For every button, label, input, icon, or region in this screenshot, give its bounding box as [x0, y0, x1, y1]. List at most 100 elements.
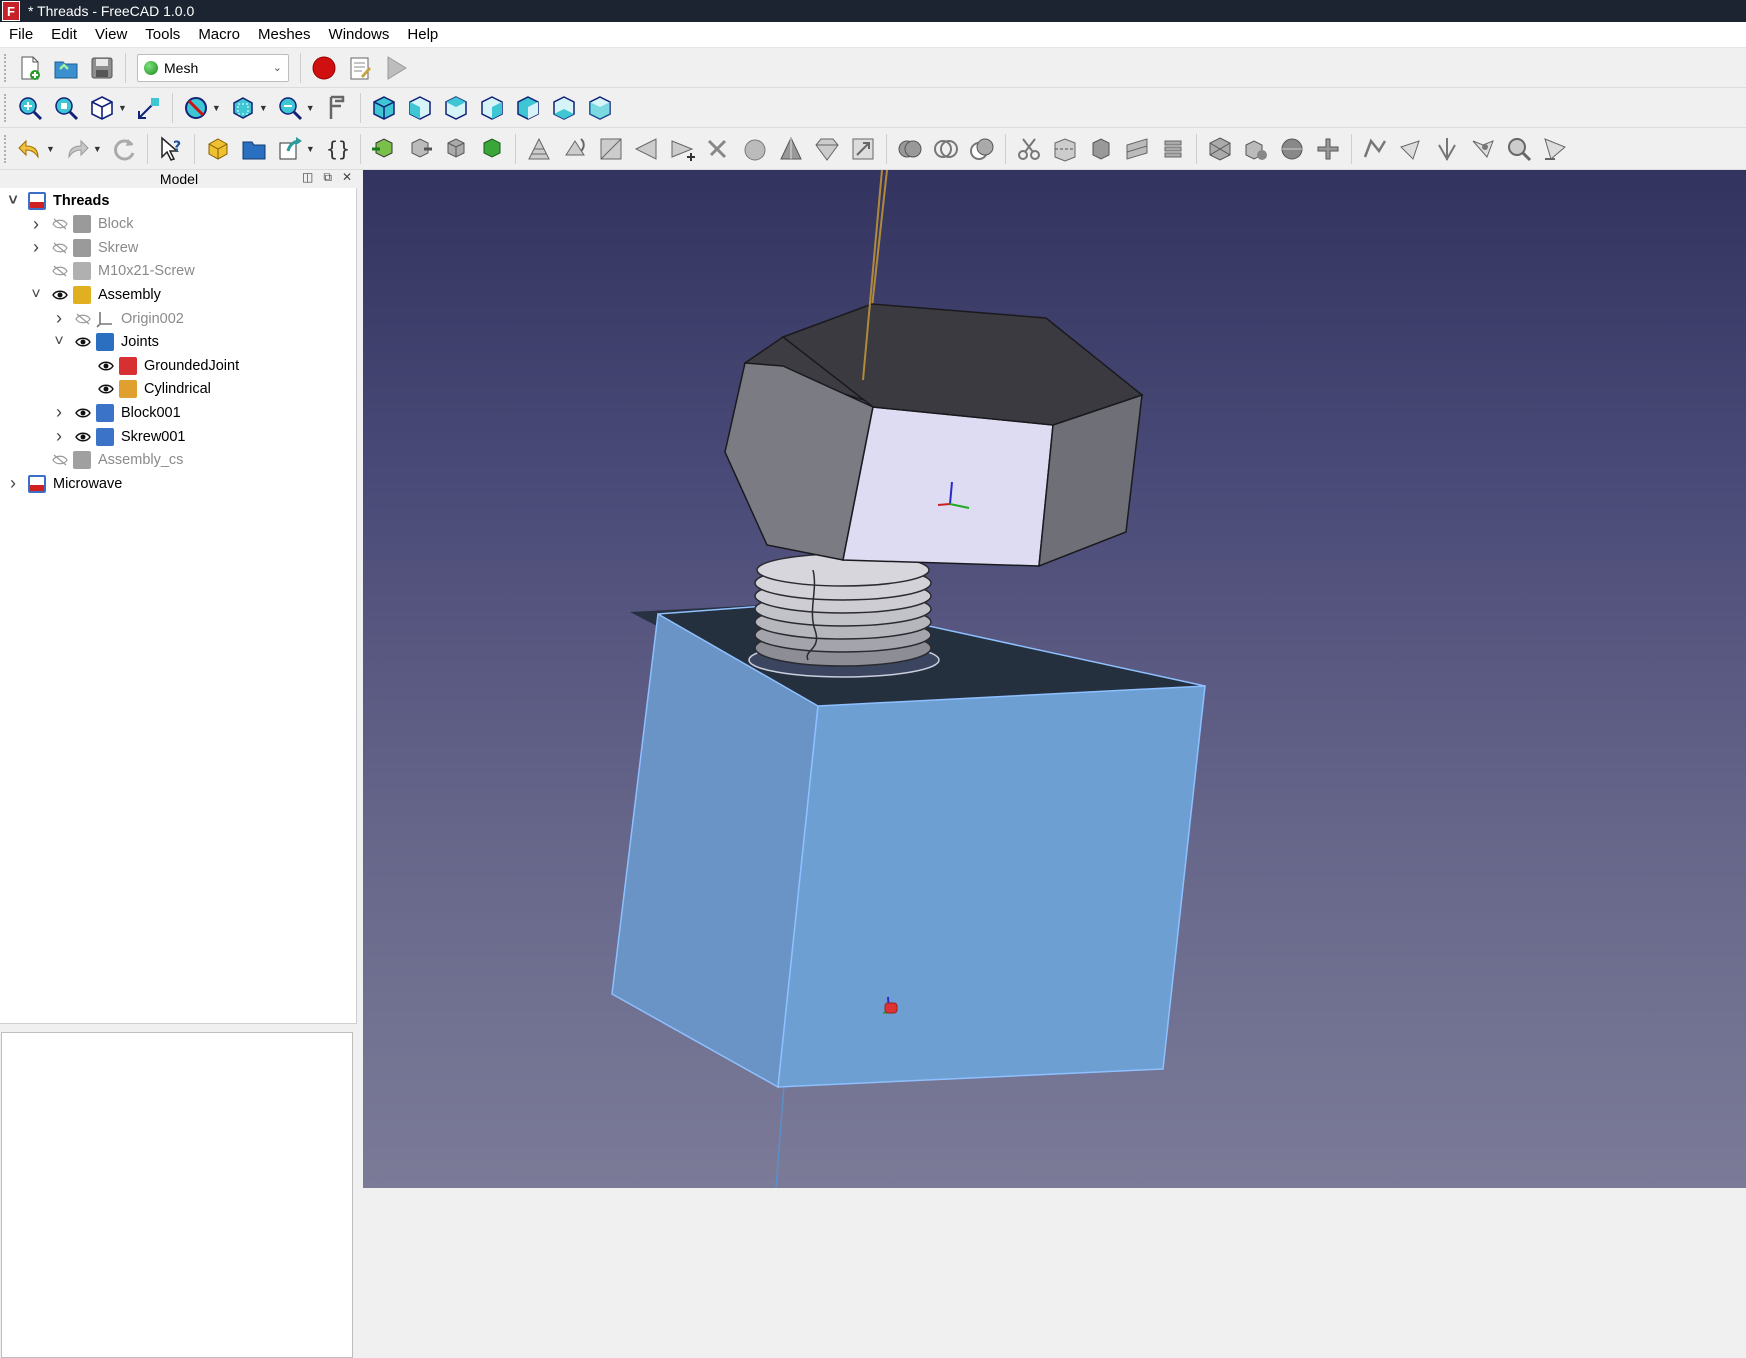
undo-button[interactable] — [15, 134, 45, 164]
mesh-cut-button[interactable] — [1014, 134, 1044, 164]
tree-item[interactable]: ˅ Joints — [52, 331, 159, 354]
chevron-down-icon[interactable]: ▼ — [118, 103, 127, 113]
tree-item[interactable]: › Block — [29, 213, 133, 236]
variable-set-button[interactable]: {} — [322, 134, 352, 164]
measure-tool-button[interactable] — [322, 93, 352, 123]
chevron-right-icon[interactable]: › — [6, 473, 20, 494]
mesh-vertex-curvature-button[interactable] — [1432, 134, 1462, 164]
menu-view[interactable]: View — [86, 22, 136, 48]
mesh-evaluate-facet-button[interactable] — [1396, 134, 1426, 164]
view-rear-button[interactable] — [513, 93, 543, 123]
mesh-analyze-button[interactable] — [524, 134, 554, 164]
toolbar-grip[interactable] — [4, 93, 8, 122]
property-view-panel[interactable] — [1, 1032, 353, 1358]
mesh-trim-button[interactable] — [1050, 134, 1080, 164]
mesh-add-facet-button[interactable] — [668, 134, 698, 164]
mesh-split-button[interactable] — [1241, 134, 1271, 164]
menu-windows[interactable]: Windows — [320, 22, 399, 48]
new-document-button[interactable] — [15, 53, 45, 83]
view-right-button[interactable] — [477, 93, 507, 123]
chevron-down-icon[interactable]: ▼ — [306, 144, 315, 154]
mesh-fill-holes-button[interactable] — [596, 134, 626, 164]
mesh-intersection-button[interactable] — [931, 134, 961, 164]
model-tree[interactable]: ˅ Threads › Block › Skrew M10x21-Screw ˅ Assembl… — [0, 188, 357, 1024]
view-top-button[interactable] — [441, 93, 471, 123]
mesh-evaluate-button[interactable] — [1360, 134, 1390, 164]
tree-item[interactable]: Assembly_cs — [29, 449, 183, 472]
mesh-section-button[interactable] — [1122, 134, 1152, 164]
eye-icon[interactable] — [97, 382, 115, 396]
tree-item[interactable]: › Origin002 — [52, 307, 184, 330]
menu-macro[interactable]: Macro — [189, 22, 249, 48]
chevron-right-icon[interactable]: › — [29, 237, 43, 258]
tree-item[interactable]: › Microwave — [6, 472, 122, 495]
chevron-right-icon[interactable]: › — [52, 402, 66, 423]
measure-distance-button[interactable] — [134, 93, 164, 123]
eye-hidden-icon[interactable] — [51, 217, 69, 231]
mesh-union-button[interactable] — [895, 134, 925, 164]
mesh-decimate-button[interactable] — [776, 134, 806, 164]
eye-hidden-icon[interactable] — [51, 453, 69, 467]
chevron-right-icon[interactable]: › — [52, 426, 66, 447]
make-link-button[interactable] — [275, 134, 305, 164]
view-isometric-button[interactable] — [369, 93, 399, 123]
close-icon[interactable]: ✕ — [342, 170, 352, 185]
menu-help[interactable]: Help — [398, 22, 447, 48]
refresh-button[interactable] — [109, 134, 139, 164]
3d-viewport[interactable] — [363, 170, 1746, 1188]
menu-file[interactable]: File — [0, 22, 42, 48]
chevron-right-icon[interactable]: › — [29, 214, 43, 235]
mesh-scale-button[interactable] — [812, 134, 842, 164]
fit-selection-button[interactable] — [51, 93, 81, 123]
menu-tools[interactable]: Tools — [136, 22, 189, 48]
view-front-button[interactable] — [405, 93, 435, 123]
mesh-from-shape-button[interactable] — [441, 134, 471, 164]
workbench-selector[interactable]: Mesh ⌄ — [137, 53, 289, 82]
toolbar-grip[interactable] — [4, 134, 8, 163]
mesh-inspect-button[interactable] — [1504, 134, 1534, 164]
mesh-segmentation-button[interactable] — [1205, 134, 1235, 164]
mesh-smooth-button[interactable] — [740, 134, 770, 164]
eye-icon[interactable] — [51, 288, 69, 302]
mesh-harmonize-button[interactable] — [1468, 134, 1498, 164]
view-bottom-button[interactable] — [549, 93, 579, 123]
view-left-button[interactable] — [585, 93, 615, 123]
tree-item[interactable]: M10x21-Screw — [29, 260, 195, 283]
eye-icon[interactable] — [74, 335, 92, 349]
dock-float-icon[interactable]: ◫ — [302, 170, 313, 185]
eye-icon[interactable] — [74, 430, 92, 444]
draw-style-button[interactable] — [87, 93, 117, 123]
tree-item[interactable]: › Skrew — [29, 236, 138, 259]
chevron-down-icon[interactable]: ˅ — [29, 286, 43, 304]
chevron-down-icon[interactable]: ▼ — [212, 103, 221, 113]
tree-item[interactable]: GroundedJoint — [75, 354, 239, 377]
tree-item[interactable]: › Skrew001 — [52, 425, 185, 448]
mesh-refine-button[interactable] — [477, 134, 507, 164]
chevron-down-icon[interactable]: ˅ — [52, 333, 66, 351]
chevron-right-icon[interactable]: › — [52, 308, 66, 329]
create-part-button[interactable] — [203, 134, 233, 164]
mesh-remove-components-button[interactable] — [632, 134, 662, 164]
mesh-trim-plane-button[interactable] — [1086, 134, 1116, 164]
mesh-merge-button[interactable] — [1313, 134, 1343, 164]
mesh-flip-normals-button[interactable] — [560, 134, 590, 164]
create-group-button[interactable] — [239, 134, 269, 164]
toolbar-grip[interactable] — [4, 53, 8, 82]
mesh-cross-sections-button[interactable] — [1158, 134, 1188, 164]
eye-icon[interactable] — [97, 359, 115, 373]
record-macro-button[interactable] — [309, 53, 339, 83]
dock-restore-icon[interactable]: ⧉ — [323, 170, 332, 185]
eye-hidden-icon[interactable] — [51, 241, 69, 255]
whats-this-button[interactable]: ? — [156, 134, 186, 164]
execute-macro-button[interactable] — [381, 53, 411, 83]
zoom-button[interactable] — [275, 93, 305, 123]
menu-meshes[interactable]: Meshes — [249, 22, 320, 48]
open-document-button[interactable] — [51, 53, 81, 83]
mesh-curvature-button[interactable] — [1277, 134, 1307, 164]
tree-item[interactable]: ˅ Assembly — [29, 283, 161, 306]
macros-button[interactable] — [345, 53, 375, 83]
save-document-button[interactable] — [87, 53, 117, 83]
tree-item[interactable]: Cylindrical — [75, 378, 211, 401]
mesh-difference-button[interactable] — [967, 134, 997, 164]
mesh-export-button[interactable] — [405, 134, 435, 164]
